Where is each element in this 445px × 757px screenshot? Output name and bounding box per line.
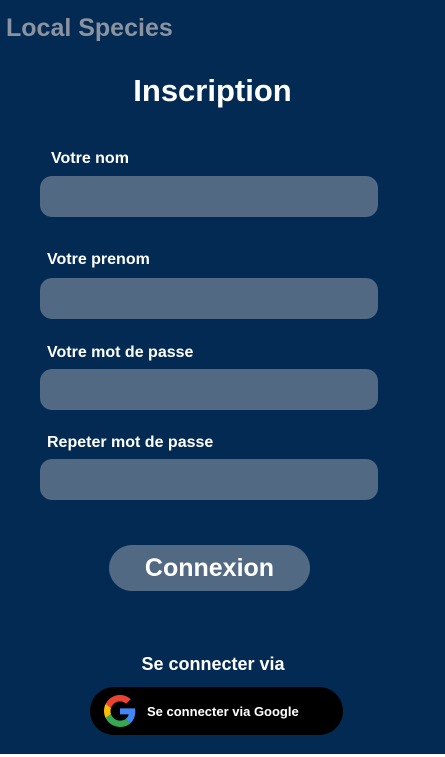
page-title: Inscription — [133, 73, 292, 108]
connect-via-label: Se connecter via — [141, 654, 285, 674]
connexion-button[interactable]: Connexion — [109, 545, 310, 591]
repeat-password-label: Repeter mot de passe — [47, 434, 214, 451]
google-g-icon — [104, 695, 136, 727]
prenom-field[interactable] — [40, 278, 378, 319]
nom-field[interactable] — [40, 176, 378, 217]
repeat-password-field[interactable] — [40, 459, 378, 500]
nom-label: Votre nom — [51, 150, 129, 167]
signup-screen: Local Species Inscription Votre nom Votr… — [0, 0, 445, 754]
prenom-label: Votre prenom — [47, 251, 150, 268]
password-label: Votre mot de passe — [47, 344, 194, 361]
google-signin-label: Se connecter via Google — [147, 703, 299, 719]
password-field[interactable] — [40, 369, 378, 410]
app-title: Local Species — [6, 14, 173, 42]
google-signin-button[interactable]: Se connecter via Google — [90, 687, 343, 735]
